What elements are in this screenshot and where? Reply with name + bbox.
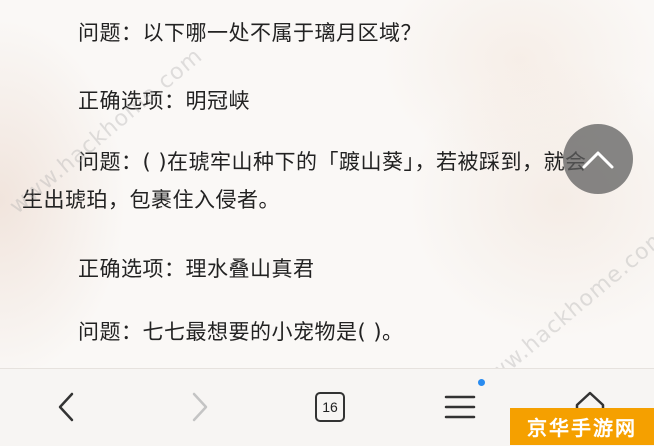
question-1: 问题：以下哪一处不属于璃月区域？	[78, 21, 422, 45]
chevron-up-icon	[582, 151, 614, 169]
tabs-button[interactable]: 16	[308, 385, 352, 429]
back-button[interactable]	[44, 385, 88, 429]
question-2: 问题：( )在琥牢山种下的「踱山葵」，若被踩到，就会生出琥珀，包裹住入侵者。	[22, 150, 587, 212]
menu-button[interactable]	[438, 385, 482, 429]
site-logo-text: 京华手游网	[527, 416, 637, 440]
notification-dot	[478, 379, 485, 386]
question-3: 问题：七七最想要的小宠物是( )。	[78, 320, 404, 344]
forward-button[interactable]	[178, 385, 222, 429]
hamburger-menu-icon	[444, 395, 476, 419]
chevron-left-icon	[58, 392, 74, 422]
site-logo: 京华手游网	[510, 408, 654, 445]
answer-2: 正确选项：理水叠山真君	[78, 257, 315, 281]
chevron-right-icon	[192, 392, 208, 422]
scroll-to-top-button[interactable]	[563, 124, 633, 194]
tab-count: 16	[315, 392, 345, 422]
